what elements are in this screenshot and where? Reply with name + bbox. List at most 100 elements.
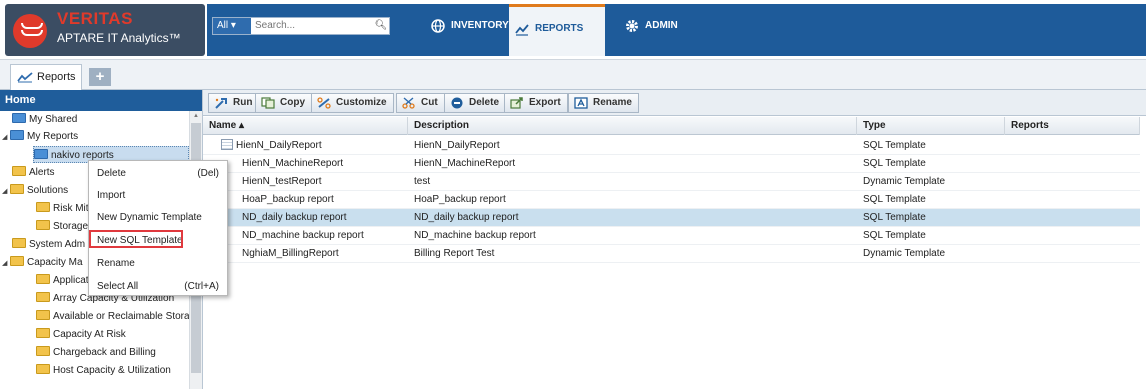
cell-name: ND_machine backup report	[242, 230, 364, 241]
table-row[interactable]: HoaP_backup report HoaP_backup report SQ…	[203, 191, 1140, 209]
tab-reports[interactable]: Reports	[10, 64, 82, 90]
copy-label: Copy	[280, 97, 305, 108]
cell-name: HienN_MachineReport	[242, 158, 344, 169]
sidebar-title: Home	[0, 90, 202, 111]
tree-item-host-capacity[interactable]: Host Capacity & Utilization	[36, 362, 171, 379]
folder-icon	[36, 220, 50, 230]
tree-item-label: Capacity At Risk	[53, 329, 126, 340]
cut-icon	[402, 97, 415, 109]
menu-item-import[interactable]: Import	[97, 188, 125, 204]
run-label: Run	[233, 97, 253, 108]
folder-icon	[36, 202, 50, 212]
delete-button[interactable]: Delete	[444, 93, 507, 113]
column-header-reports[interactable]: Reports	[1005, 117, 1140, 135]
nav-admin-label: ADMIN	[645, 20, 678, 31]
rename-button[interactable]: Rename	[568, 93, 639, 113]
folder-icon	[10, 184, 24, 194]
folder-icon	[36, 346, 50, 356]
table-row[interactable]: HienN_MachineReport HienN_MachineReport …	[203, 155, 1140, 173]
cell-type: Dynamic Template	[863, 176, 946, 187]
rename-label: Rename	[593, 97, 632, 108]
menu-item-rename[interactable]: Rename	[97, 256, 135, 272]
nav-reports[interactable]: REPORTS	[509, 4, 605, 56]
veritas-logo-icon	[13, 14, 47, 48]
reports-grid: Name ▴ Description Type Reports HienN_Da…	[203, 117, 1146, 389]
expand-arrow-icon[interactable]: ◢	[2, 129, 10, 146]
menu-item-new-dynamic-template[interactable]: New Dynamic Template	[97, 210, 202, 226]
report-template-icon	[221, 139, 233, 150]
globe-icon	[431, 19, 445, 33]
nav-admin[interactable]: ADMIN	[619, 4, 689, 56]
export-button[interactable]: Export	[504, 93, 568, 113]
tree-item-label: Alerts	[29, 167, 55, 178]
tree-item-capacity-management[interactable]: ◢ Capacity Ma	[2, 254, 83, 271]
tree-item-available-storage[interactable]: Available or Reclaimable Storage	[36, 308, 201, 325]
search-icon[interactable]: 🔍︎	[373, 18, 389, 34]
cell-description: HienN_DailyReport	[414, 140, 500, 151]
cut-button[interactable]: Cut	[396, 93, 445, 113]
expand-arrow-icon[interactable]: ◢	[2, 255, 10, 272]
tree-item-my-reports[interactable]: ◢ My Reports	[2, 128, 78, 145]
rename-icon	[574, 97, 588, 109]
product-name: APTARE IT Analytics™	[57, 31, 181, 45]
table-row[interactable]: HienN_testReport test Dynamic Template	[203, 173, 1140, 191]
nav-reports-label: REPORTS	[535, 23, 584, 34]
customize-icon	[317, 97, 331, 109]
column-header-description[interactable]: Description	[408, 117, 857, 135]
menu-item-delete[interactable]: Delete	[97, 166, 126, 182]
folder-icon	[36, 364, 50, 374]
tree-item-capacity-at-risk[interactable]: Capacity At Risk	[36, 326, 126, 343]
copy-button[interactable]: Copy	[255, 93, 312, 113]
brand-name: VERITAS	[57, 9, 133, 28]
nav-inventory[interactable]: INVENTORY	[425, 4, 517, 56]
cell-description: test	[414, 176, 431, 187]
tree-item-my-shared[interactable]: My Shared	[12, 111, 77, 128]
table-row[interactable]: HienN_DailyReport HienN_DailyReport SQL …	[203, 137, 1140, 155]
tree-item-alerts[interactable]: Alerts	[12, 164, 55, 181]
run-button[interactable]: Run	[208, 93, 260, 113]
table-row[interactable]: NghiaM_BillingReport Billing Report Test…	[203, 245, 1140, 263]
tree-item-label: Host Capacity & Utilization	[53, 365, 171, 376]
tree-item-label: Available or Reclaimable Storage	[53, 311, 201, 322]
customize-button[interactable]: Customize	[311, 93, 394, 113]
delete-label: Delete	[469, 97, 500, 108]
cell-name: HienN_testReport	[242, 176, 322, 187]
tree-item-label: Chargeback and Billing	[53, 347, 156, 358]
tree-item-chargeback[interactable]: Chargeback and Billing	[36, 344, 156, 361]
search-box: All ▾ 🔍︎	[212, 17, 390, 35]
export-label: Export	[529, 97, 561, 108]
add-tab-button[interactable]: +	[89, 68, 111, 86]
cell-name-text: HienN_DailyReport	[236, 140, 322, 151]
tree-item-solutions[interactable]: ◢ Solutions	[2, 182, 68, 199]
folder-icon	[36, 328, 50, 338]
cell-type: SQL Template	[863, 140, 926, 151]
context-menu: Delete (Del) Import New Dynamic Template…	[88, 160, 228, 296]
customize-label: Customize	[336, 97, 387, 108]
table-row[interactable]: ND_machine backup report ND_machine back…	[203, 227, 1140, 245]
cell-reports	[1005, 245, 1140, 263]
cell-type: SQL Template	[863, 212, 926, 223]
column-header-type[interactable]: Type	[857, 117, 1005, 135]
cell-reports	[1005, 137, 1140, 155]
tree-item-system-admin[interactable]: System Adm	[12, 236, 85, 253]
veritas-logo[interactable]: VERITAS APTARE IT Analytics™	[5, 4, 205, 56]
folder-icon	[34, 149, 48, 159]
scroll-up-icon[interactable]: ▲	[193, 113, 199, 119]
cell-name: ND_daily backup report	[242, 212, 347, 223]
search-input[interactable]	[255, 20, 375, 31]
chart-icon	[515, 24, 529, 36]
highlight-box	[89, 230, 183, 248]
column-header-name[interactable]: Name ▴	[203, 117, 408, 135]
top-header: VERITAS APTARE IT Analytics™ All ▾ 🔍︎ IN…	[0, 0, 1146, 60]
cell-type: SQL Template	[863, 194, 926, 205]
expand-arrow-icon[interactable]: ◢	[2, 183, 10, 200]
search-scope-dropdown[interactable]: All ▾	[213, 18, 251, 34]
folder-icon	[36, 292, 50, 302]
cell-reports	[1005, 173, 1140, 191]
menu-shortcut-select-all: (Ctrl+A)	[184, 281, 219, 292]
menu-item-select-all[interactable]: Select All	[97, 279, 138, 295]
tree-item-label: Solutions	[27, 185, 69, 196]
folder-icon	[10, 130, 24, 140]
table-row-selected[interactable]: ND_daily backup report ND_daily backup r…	[203, 209, 1140, 227]
main-nav: All ▾ 🔍︎ INVENTORY REPORTS ADMIN	[207, 4, 1146, 56]
